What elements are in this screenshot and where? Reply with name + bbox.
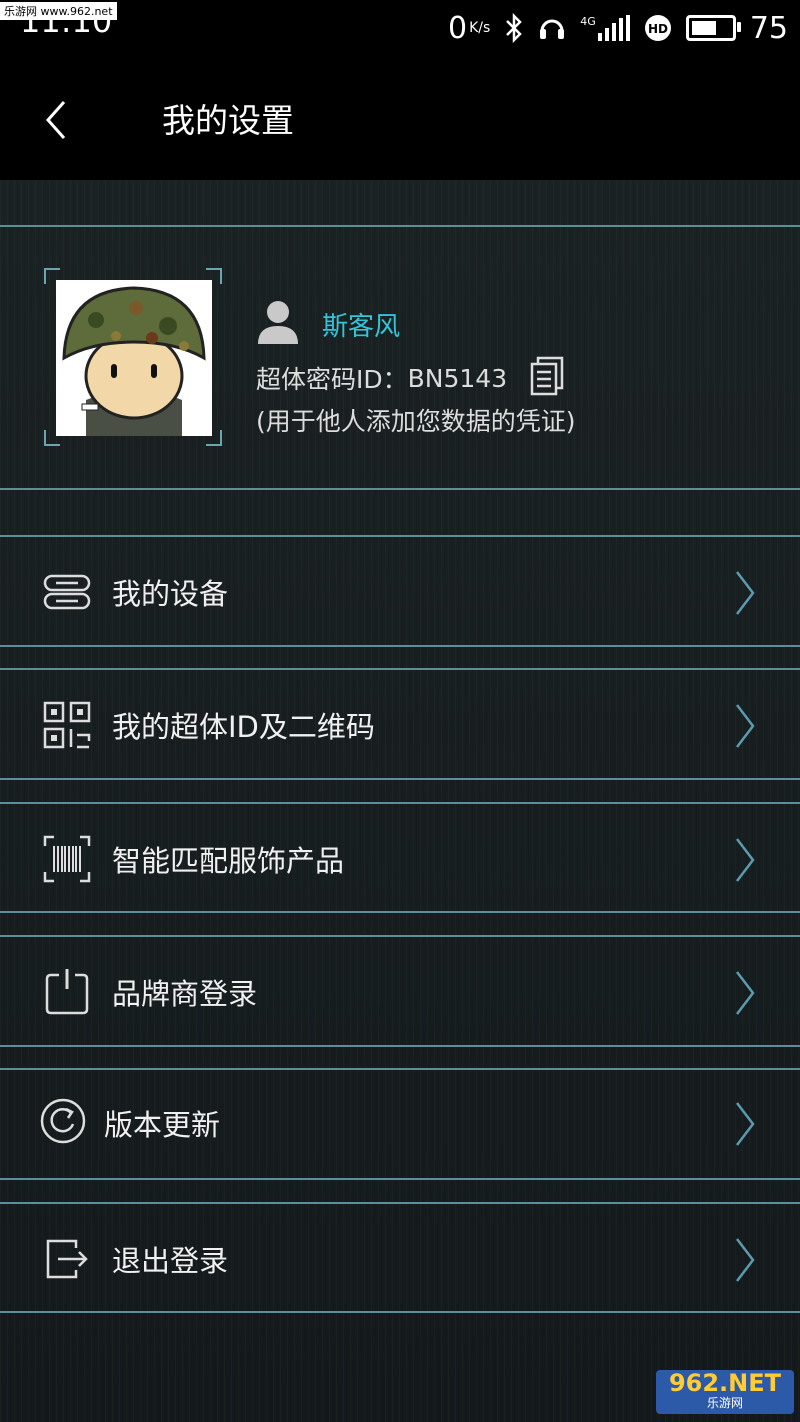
watermark-sub: 乐游网	[706, 1396, 743, 1410]
menu-item-label: 我的超体ID及二维码	[112, 710, 375, 744]
page-title: 我的设置	[162, 101, 294, 140]
chevron-right-icon	[736, 1102, 755, 1146]
copy-icon	[530, 356, 564, 396]
battery-icon	[685, 15, 741, 41]
signal-group: 4G	[580, 15, 630, 41]
watermark-logo: 962.NET 乐游网	[656, 1370, 794, 1414]
divider	[0, 911, 800, 913]
battery-level: 75	[749, 10, 788, 46]
hd-icon: HD	[644, 15, 671, 41]
net-speed-value: 0	[447, 10, 468, 46]
power-login-icon	[45, 969, 89, 1015]
copy-button[interactable]	[528, 356, 566, 396]
menu-item-qr-code[interactable]: 我的超体ID及二维码	[0, 670, 800, 778]
battery-fill	[691, 21, 716, 35]
device-icon	[43, 574, 91, 610]
divider	[0, 225, 800, 227]
divider	[0, 1045, 800, 1047]
avatar[interactable]	[56, 280, 212, 436]
chevron-right-icon	[736, 838, 755, 882]
back-button[interactable]	[40, 98, 80, 142]
menu-item-label: 我的设备	[112, 577, 229, 611]
divider	[0, 645, 800, 647]
watermark-brand: 962.NET	[668, 1369, 782, 1397]
divider	[0, 1178, 800, 1180]
profile-id-value: BN5143	[407, 363, 508, 393]
qr-code-icon	[43, 701, 91, 749]
menu-item-label: 退出登录	[112, 1244, 229, 1278]
menu-item-brand-login[interactable]: 品牌商登录	[0, 937, 800, 1045]
status-bar: 11:10 乐游网 www.962.net 0 K/s 4G HD 75	[0, 0, 800, 56]
menu-item-label: 品牌商登录	[112, 977, 258, 1011]
menu-item-label: 智能匹配服饰产品	[112, 844, 345, 878]
headset-icon	[540, 19, 565, 39]
chevron-right-icon	[736, 971, 755, 1015]
net-speed: 0 K/s	[448, 11, 490, 46]
bluetooth-icon	[506, 13, 523, 43]
menu-item-logout[interactable]: 退出登录	[0, 1204, 800, 1312]
divider	[0, 1311, 800, 1313]
profile-id-note: (用于他人添加您数据的凭证)	[256, 407, 576, 436]
menu-item-label: 版本更新	[104, 1108, 221, 1142]
update-icon	[40, 1098, 86, 1144]
chevron-right-icon	[736, 571, 755, 615]
network-type: 4G	[580, 15, 596, 28]
menu-item-version-update[interactable]: 版本更新	[0, 1068, 800, 1176]
divider	[0, 488, 800, 490]
chevron-right-icon	[736, 704, 755, 748]
watermark-top: 乐游网 www.962.net	[0, 2, 117, 20]
chevron-left-icon	[45, 101, 66, 139]
status-icons: 0 K/s 4G HD 75	[448, 6, 788, 50]
profile-id-row: 超体密码ID： BN5143	[256, 360, 507, 396]
profile-id-label: 超体密码ID：	[256, 365, 408, 394]
barcode-scan-icon	[43, 835, 91, 883]
chevron-right-icon	[736, 1238, 755, 1282]
user-icon	[258, 301, 298, 344]
signal-icon	[597, 15, 630, 41]
net-speed-unit: K/s	[469, 20, 491, 36]
menu-item-smart-match[interactable]: 智能匹配服饰产品	[0, 804, 800, 912]
username: 斯客风	[322, 312, 401, 342]
app-header: 我的设置	[0, 56, 800, 180]
svg-text:HD: HD	[648, 22, 668, 36]
logout-icon	[46, 1239, 88, 1279]
avatar-soldier-image	[56, 280, 212, 436]
divider	[0, 778, 800, 780]
menu-item-my-devices[interactable]: 我的设备	[0, 537, 800, 645]
